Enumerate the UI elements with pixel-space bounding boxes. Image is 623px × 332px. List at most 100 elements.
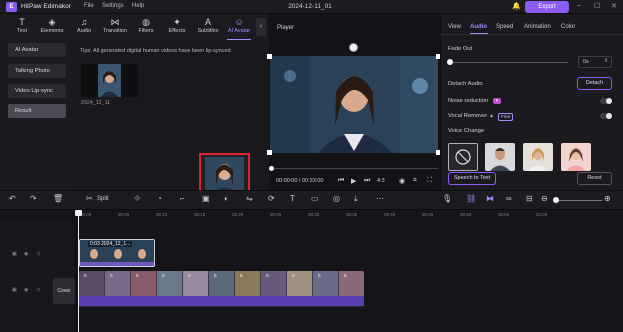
prev-frame-icon[interactable]: ⏮ [338,177,344,185]
microphone-icon[interactable]: 🎙 [442,194,452,203]
collapse-panel-button[interactable]: ‹ [256,18,266,36]
track-visibility-icon[interactable]: ◉ [24,251,28,257]
voice-option-male[interactable] [485,143,515,171]
bell-icon[interactable]: 🔔 [512,2,521,10]
split-label[interactable]: Split [97,196,109,202]
tool-text-label: Text [16,28,28,34]
mirror-icon[interactable]: ⇋ [246,194,253,203]
rotate-icon[interactable]: ⟳ [268,194,275,203]
aspect-ratio-select[interactable]: 4:3 [377,178,385,184]
reset-button[interactable]: Reset [577,172,612,185]
speech-to-text-button[interactable]: Speech to Text [448,172,496,185]
tool-transition[interactable]: ⋈ Transition [101,16,129,38]
redo-icon[interactable]: ↷ [30,194,37,203]
chain-icon[interactable]: ∞ [506,194,512,203]
color-icon[interactable]: ◐ [224,194,229,203]
menu-help[interactable]: Help [132,3,144,9]
media-toolbar: T Text ◈ Elements ♫ Audio ⋈ Transition ◍ Filt… [0,14,268,40]
chevron-up-icon[interactable]: ▴ [490,112,493,119]
play-icon[interactable]: ▶ [351,177,356,185]
detach-button[interactable]: Detach [577,77,612,90]
fade-out-slider[interactable] [450,62,568,63]
main-clip-audio-bar[interactable] [79,296,364,306]
frame-badge: 0 [240,273,243,278]
tool-ai-avatar[interactable]: ☺ AI Avatar [225,16,253,38]
zoom-slider-knob[interactable] [553,197,559,203]
text-tool-icon[interactable]: T [290,194,295,203]
tool-text[interactable]: T Text [8,16,36,38]
minimize-icon[interactable]: – [577,2,581,9]
resize-handle-bl[interactable] [267,150,272,155]
menu-file[interactable]: File [84,3,94,9]
main-track-lock-icon[interactable]: ▣ [12,287,17,293]
track-mute-icon[interactable]: ◁ [36,251,40,257]
zoom-in-icon[interactable]: ⊕ [604,194,611,203]
player-progress-knob[interactable] [269,166,274,171]
crop-tool-icon[interactable]: ⌐ [180,194,185,203]
tool-transition-label: Transition [103,28,127,34]
undo-icon[interactable]: ↶ [9,194,16,203]
voice-option-female-2[interactable] [561,143,591,171]
voice-option-female-1[interactable] [523,143,553,171]
fade-out-slider-knob[interactable] [447,59,453,65]
tool-elements[interactable]: ◈ Elements [38,16,66,38]
effects-icon: ✦ [173,17,181,27]
export-button[interactable]: Export [525,1,569,13]
download-icon[interactable]: ⤓ [354,194,358,204]
video-preview[interactable] [270,56,438,153]
tab-color[interactable]: Color [561,24,575,30]
cover-button[interactable]: Cover [53,278,75,304]
zoom-slider[interactable] [556,200,602,201]
zoom-out-icon[interactable]: ⊖ [541,194,548,203]
main-clip-frames [79,271,364,297]
mask-icon[interactable]: ▣ [202,194,210,203]
menu-settings[interactable]: Settings [102,3,124,9]
tab-speed[interactable]: Speed [496,24,513,30]
spinner-arrows-icon[interactable]: ⇕ [604,58,608,64]
speed-icon[interactable]: ◔ [157,194,162,203]
delete-icon[interactable]: 🗑 [53,194,63,203]
result-thumbnail[interactable] [81,64,138,97]
main-track-mute-icon[interactable]: ◁ [36,287,40,293]
freeze-icon[interactable]: ✥ [134,194,141,203]
timeline-playhead[interactable] [78,210,79,332]
noise-reduction-toggle[interactable] [600,98,612,104]
nav-result[interactable]: Result [8,104,66,118]
maximize-icon[interactable]: ☐ [594,2,600,10]
crop-icon[interactable]: ⌗ [413,177,417,185]
track-lock-icon[interactable]: ▣ [12,251,17,257]
ai-badge-icon: ✦ [493,98,501,104]
more-tools-icon[interactable]: ⋯ [376,194,384,203]
tool-subtitles[interactable]: A Subtitles [194,16,222,38]
nav-ai-avatar[interactable]: AI Avatar [8,43,66,57]
snapshot-icon[interactable]: ◉ [399,177,405,185]
voice-tool-icon[interactable]: ◎ [333,194,340,203]
next-frame-icon[interactable]: ⏭ [364,177,370,185]
link-icon[interactable]: ⛓ [466,194,476,203]
fit-icon[interactable]: ⊟ [526,194,533,203]
voice-none-option[interactable] [448,143,478,171]
player-label: Player [277,25,295,31]
player-progress-bar[interactable] [270,168,438,169]
playhead-handle[interactable] [75,210,82,216]
tool-ai-avatar-label: AI Avatar [227,28,251,34]
subtitle-tool-icon[interactable]: ▭ [311,194,319,203]
tool-effects[interactable]: ✦ Effects [163,16,191,38]
split-icon[interactable]: ✂ [86,194,93,203]
tool-effects-label: Effects [168,28,186,34]
tool-filters[interactable]: ◍ Filters [132,16,160,38]
fullscreen-icon[interactable]: ⛶ [427,177,432,185]
tab-audio[interactable]: Audio [470,24,487,30]
tool-audio[interactable]: ♫ Audio [70,16,98,38]
snap-icon[interactable]: ⧓ [486,194,494,203]
rotate-handle-icon[interactable] [349,43,358,52]
resize-handle-tl[interactable] [267,54,272,59]
subtitles-icon: A [204,17,211,27]
vocal-remover-toggle[interactable] [600,113,612,119]
nav-talking-photo[interactable]: Talking Photo [8,64,66,78]
tab-view[interactable]: View [448,24,461,30]
close-icon[interactable]: ✕ [611,2,617,10]
nav-video-lip-sync[interactable]: Video Lip-sync [8,84,66,98]
tab-animation[interactable]: Animation [524,24,551,30]
main-track-visibility-icon[interactable]: ◉ [24,287,28,293]
